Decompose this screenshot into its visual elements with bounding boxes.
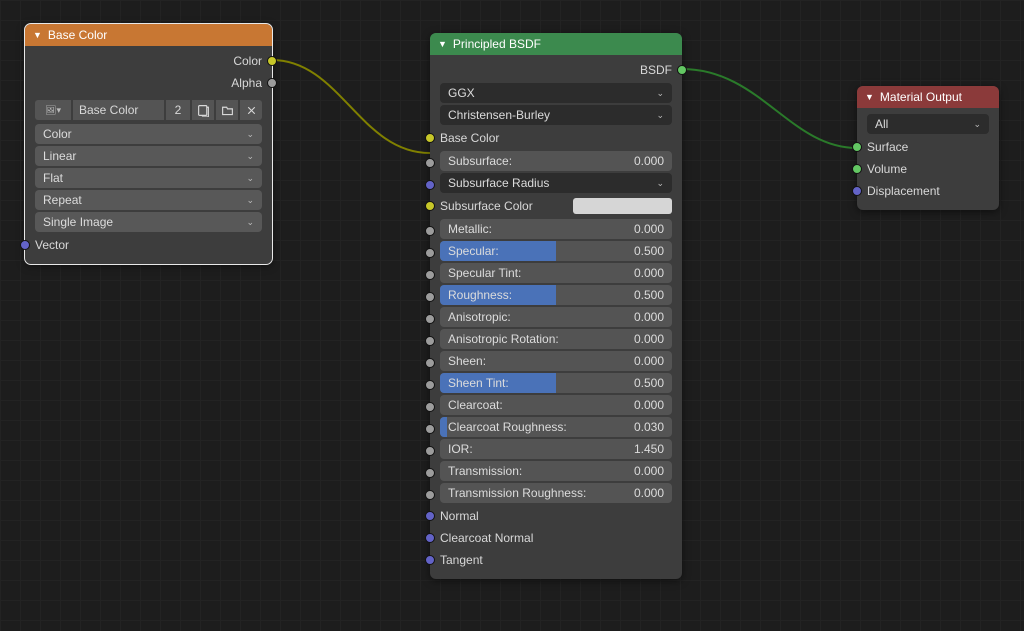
- number-field[interactable]: Sheen Tint:0.500: [440, 373, 672, 393]
- extension-dropdown[interactable]: Repeat⌄: [35, 190, 262, 210]
- socket-bsdf-out[interactable]: [677, 65, 687, 75]
- number-field[interactable]: Specular Tint:0.000: [440, 263, 672, 283]
- socket-in[interactable]: [425, 270, 435, 280]
- socket-in[interactable]: [425, 158, 435, 168]
- number-field[interactable]: Clearcoat Roughness:0.030: [440, 417, 672, 437]
- output-alpha: Alpha: [25, 72, 272, 94]
- number-field[interactable]: Specular:0.500: [440, 241, 672, 261]
- distribution-dropdown[interactable]: GGX⌄: [440, 83, 672, 103]
- collapse-icon[interactable]: ▼: [865, 92, 874, 102]
- output-bsdf: BSDF: [430, 59, 682, 81]
- new-image-button[interactable]: [192, 100, 214, 120]
- input-dropdown[interactable]: Subsurface Radius⌄: [440, 173, 672, 193]
- material-output-node[interactable]: ▼ Material Output All⌄ Surface Volume Di…: [857, 86, 999, 210]
- interpolation-dropdown[interactable]: Linear⌄: [35, 146, 262, 166]
- source-dropdown[interactable]: Single Image⌄: [35, 212, 262, 232]
- socket-in[interactable]: [425, 336, 435, 346]
- socket-surface-in[interactable]: [852, 142, 862, 152]
- input-row: Tangent: [430, 549, 682, 571]
- input-subsurface-color: Subsurface Color: [430, 195, 682, 217]
- node-header[interactable]: ▼ Principled BSDF: [430, 33, 682, 55]
- socket-in[interactable]: [425, 380, 435, 390]
- socket-in[interactable]: [425, 292, 435, 302]
- subsurface-method-dropdown[interactable]: Christensen-Burley⌄: [440, 105, 672, 125]
- socket-in[interactable]: [425, 402, 435, 412]
- color-swatch[interactable]: [573, 198, 672, 214]
- number-field[interactable]: Transmission Roughness:0.000: [440, 483, 672, 503]
- socket-in[interactable]: [425, 201, 435, 211]
- socket-in[interactable]: [425, 468, 435, 478]
- number-field[interactable]: Roughness:0.500: [440, 285, 672, 305]
- collapse-icon[interactable]: ▼: [438, 39, 447, 49]
- node-title: Base Color: [48, 28, 107, 42]
- number-field[interactable]: Subsurface:0.000: [440, 151, 672, 171]
- colorspace-dropdown[interactable]: Color⌄: [35, 124, 262, 144]
- unlink-image-button[interactable]: [240, 100, 262, 120]
- number-field[interactable]: Sheen:0.000: [440, 351, 672, 371]
- number-field[interactable]: Anisotropic Rotation:0.000: [440, 329, 672, 349]
- image-texture-node[interactable]: ▼ Base Color Color Alpha 🖼▾ Base Color 2…: [25, 24, 272, 264]
- socket-in[interactable]: [425, 180, 435, 190]
- number-field[interactable]: Metallic:0.000: [440, 219, 672, 239]
- image-toolbar: 🖼▾ Base Color 2: [35, 100, 262, 120]
- node-header[interactable]: ▼ Base Color: [25, 24, 272, 46]
- input-displacement: Displacement: [857, 180, 999, 202]
- socket-in[interactable]: [425, 555, 435, 565]
- principled-bsdf-node[interactable]: ▼ Principled BSDF BSDF GGX⌄ Christensen-…: [430, 33, 682, 579]
- input-row: Clearcoat Normal: [430, 527, 682, 549]
- socket-in[interactable]: [425, 424, 435, 434]
- socket-in[interactable]: [425, 133, 435, 143]
- target-dropdown[interactable]: All⌄: [867, 114, 989, 134]
- socket-in[interactable]: [425, 226, 435, 236]
- socket-color-out[interactable]: [267, 56, 277, 66]
- socket-alpha-out[interactable]: [267, 78, 277, 88]
- input-volume: Volume: [857, 158, 999, 180]
- node-title: Material Output: [880, 90, 962, 104]
- node-title: Principled BSDF: [453, 37, 541, 51]
- node-header[interactable]: ▼ Material Output: [857, 86, 999, 108]
- socket-in[interactable]: [425, 511, 435, 521]
- input-row: Normal: [430, 505, 682, 527]
- output-color: Color: [25, 50, 272, 72]
- projection-dropdown[interactable]: Flat⌄: [35, 168, 262, 188]
- socket-in[interactable]: [425, 314, 435, 324]
- image-browse-button[interactable]: 🖼▾: [35, 100, 71, 120]
- socket-in[interactable]: [425, 490, 435, 500]
- socket-in[interactable]: [425, 358, 435, 368]
- image-name-field[interactable]: Base Color: [73, 100, 164, 120]
- socket-displacement-in[interactable]: [852, 186, 862, 196]
- number-field[interactable]: Transmission:0.000: [440, 461, 672, 481]
- socket-in[interactable]: [425, 533, 435, 543]
- socket-in[interactable]: [425, 248, 435, 258]
- socket-vector-in[interactable]: [20, 240, 30, 250]
- image-users-field[interactable]: 2: [166, 100, 190, 120]
- open-image-button[interactable]: [216, 100, 238, 120]
- socket-volume-in[interactable]: [852, 164, 862, 174]
- input-row: Base Color: [430, 127, 682, 149]
- number-field[interactable]: Clearcoat:0.000: [440, 395, 672, 415]
- number-field[interactable]: IOR:1.450: [440, 439, 672, 459]
- number-field[interactable]: Anisotropic:0.000: [440, 307, 672, 327]
- input-vector: Vector: [25, 234, 272, 256]
- collapse-icon[interactable]: ▼: [33, 30, 42, 40]
- input-surface: Surface: [857, 136, 999, 158]
- socket-in[interactable]: [425, 446, 435, 456]
